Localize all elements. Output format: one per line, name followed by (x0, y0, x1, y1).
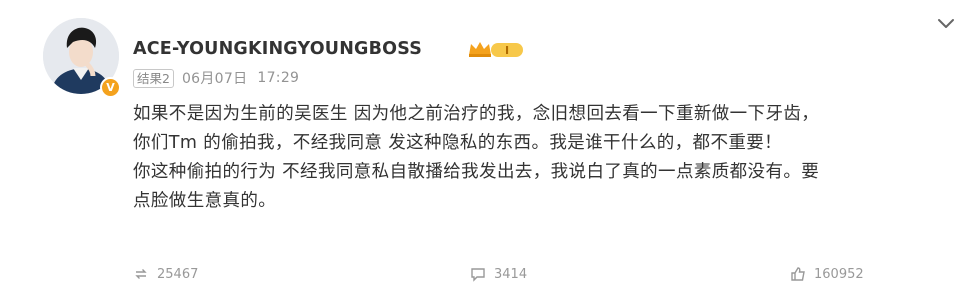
svg-text:I: I (505, 44, 509, 57)
like-count: 160952 (814, 266, 864, 282)
repost-count: 25467 (157, 266, 199, 282)
post-line: 如果不是因为生前的吴医生 因为他之前治疗的我，念旧想回去看一下重新做一下牙齿， (133, 104, 820, 124)
post-line: 点脸做生意真的。 (133, 191, 277, 211)
post-line: 你这种偷拍的行为 不经我同意私自散播给我发出去，我说白了真的一点素质都没有。要 (133, 162, 820, 182)
post-line: 你们Tm 的偷拍我，不经我同意 发这种隐私的东西。我是谁干什么的，都不重要！ (133, 133, 783, 153)
comment-button[interactable]: 3414 (470, 266, 527, 282)
repost-icon (135, 269, 147, 279)
username[interactable]: ACE-YOUNGKINGYOUNGBOSS (133, 36, 422, 62)
comment-count: 3414 (494, 266, 528, 282)
crown-level-icon: I (469, 42, 523, 57)
comment-icon (471, 268, 485, 282)
post-time[interactable]: 17:29 (257, 70, 299, 86)
action-bar: 25467 3414 160952 (0, 266, 960, 286)
like-icon (791, 267, 805, 281)
post-tag: 结果2 (133, 68, 174, 88)
like-button[interactable]: 160952 (790, 266, 864, 282)
post-meta: 结果2 06月07日 17:29 (133, 68, 299, 88)
verified-v-icon: V (100, 77, 121, 98)
repost-button[interactable]: 25467 (133, 266, 198, 282)
chevron-down-icon[interactable] (935, 12, 957, 34)
post-content: 如果不是因为生前的吴医生 因为他之前治疗的我，念旧想回去看一下重新做一下牙齿， … (133, 100, 953, 216)
post-date[interactable]: 06月07日 (182, 68, 247, 88)
